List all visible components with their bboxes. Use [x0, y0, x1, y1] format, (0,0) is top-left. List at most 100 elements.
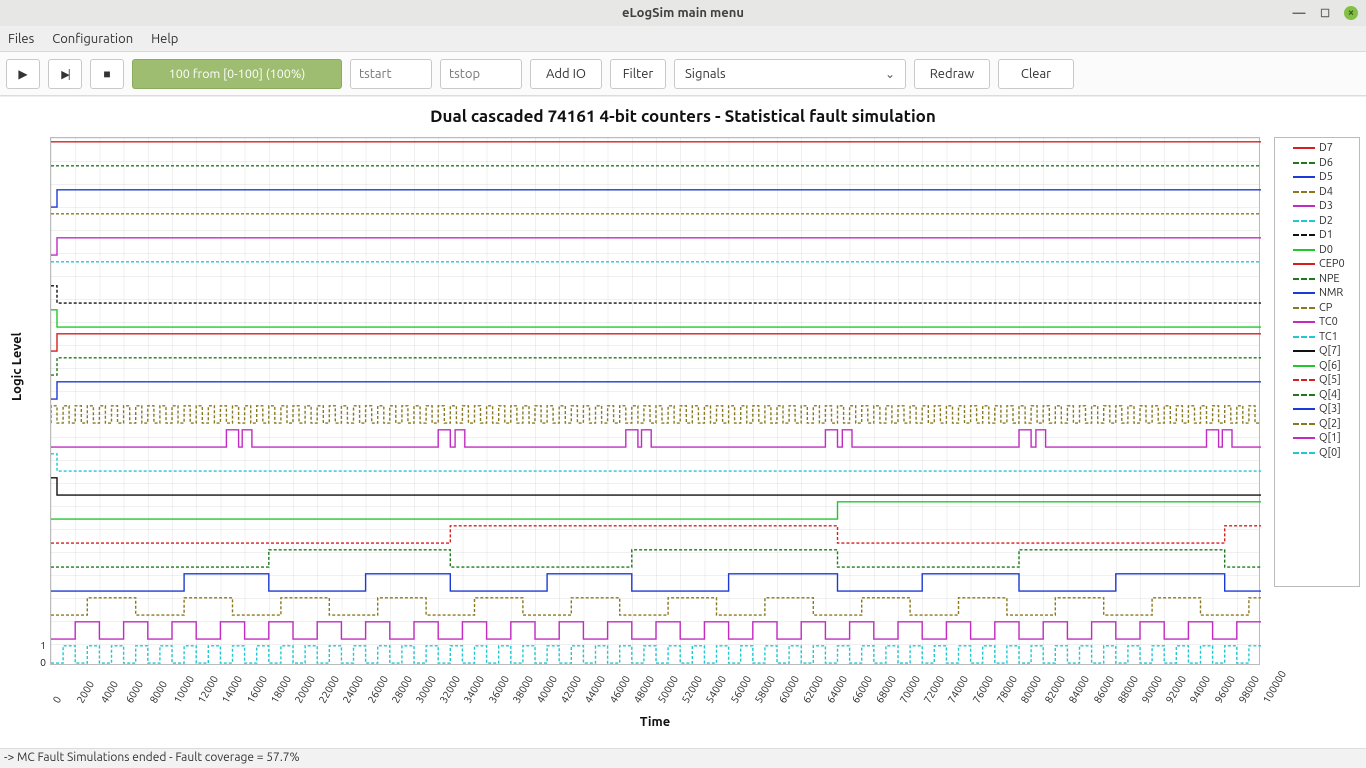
add-io-label: Add IO	[546, 67, 586, 81]
x-tick: 24000	[340, 673, 365, 705]
legend-label: Q[4]	[1319, 389, 1353, 401]
add-io-button[interactable]: Add IO	[530, 59, 602, 89]
signals-select[interactable]: Signals ⌄	[674, 59, 906, 89]
filter-button[interactable]: Filter	[610, 59, 666, 89]
legend-label: D1	[1319, 229, 1353, 241]
x-tick: 6000	[123, 678, 145, 705]
x-tick: 2000	[74, 678, 96, 705]
tstop-placeholder: tstop	[449, 67, 480, 81]
status-text: -> MC Fault Simulations ended - Fault co…	[4, 751, 300, 764]
legend-swatch	[1293, 220, 1315, 222]
legend-label: D2	[1319, 215, 1353, 227]
legend-item[interactable]: D5	[1281, 171, 1353, 183]
legend-item[interactable]: Q[0]	[1281, 447, 1353, 459]
x-tick: 100000	[1260, 668, 1288, 705]
y-tick: 1	[32, 639, 46, 651]
legend-item[interactable]: TC1	[1281, 331, 1353, 343]
legend-label: D4	[1319, 186, 1353, 198]
legend-swatch	[1293, 205, 1315, 207]
x-tick: 42000	[558, 673, 583, 705]
legend-label: D5	[1319, 171, 1353, 183]
x-tick: 46000	[607, 673, 632, 705]
filter-label: Filter	[623, 67, 654, 81]
legend-swatch	[1293, 292, 1315, 294]
x-tick: 10000	[171, 673, 196, 705]
legend-item[interactable]: D0	[1281, 244, 1353, 256]
legend-item[interactable]: CP	[1281, 302, 1353, 314]
x-tick: 72000	[921, 673, 946, 705]
x-tick: 16000	[244, 673, 269, 705]
x-tick: 98000	[1236, 673, 1261, 705]
legend-swatch	[1293, 234, 1315, 236]
x-tick: 96000	[1212, 673, 1237, 705]
step-icon	[61, 67, 68, 81]
chart: Dual cascaded 74161 4-bit counters - Sta…	[6, 101, 1360, 741]
legend-item[interactable]: NPE	[1281, 273, 1353, 285]
legend-label: TC1	[1319, 331, 1353, 343]
legend-item[interactable]: D7	[1281, 142, 1353, 154]
legend-item[interactable]: D1	[1281, 229, 1353, 241]
x-tick: 68000	[873, 673, 898, 705]
signals-select-value: Signals	[685, 67, 726, 81]
legend-item[interactable]: NMR	[1281, 287, 1353, 299]
x-tick: 14000	[219, 673, 244, 705]
legend-label: Q[5]	[1319, 374, 1353, 386]
legend-swatch	[1293, 365, 1315, 367]
legend-item[interactable]: Q[6]	[1281, 360, 1353, 372]
legend-item[interactable]: Q[3]	[1281, 403, 1353, 415]
clear-button[interactable]: Clear	[998, 59, 1074, 89]
legend-swatch	[1293, 321, 1315, 323]
clear-label: Clear	[1021, 67, 1051, 81]
legend-item[interactable]: D2	[1281, 215, 1353, 227]
legend-item[interactable]: Q[2]	[1281, 418, 1353, 430]
legend-label: D7	[1319, 142, 1353, 154]
legend-swatch	[1293, 191, 1315, 193]
x-tick: 32000	[437, 673, 462, 705]
step-button[interactable]	[48, 59, 82, 89]
menu-files[interactable]: Files	[8, 32, 34, 46]
legend-label: Q[7]	[1319, 345, 1353, 357]
progress-bar: 100 from [0-100] (100%)	[132, 59, 342, 89]
close-icon[interactable]	[1344, 6, 1358, 20]
menu-configuration[interactable]: Configuration	[52, 32, 133, 46]
x-tick: 44000	[582, 673, 607, 705]
legend-item[interactable]: D6	[1281, 157, 1353, 169]
x-tick: 86000	[1091, 673, 1116, 705]
x-tick: 0	[50, 694, 63, 705]
redraw-button[interactable]: Redraw	[914, 59, 990, 89]
stop-button[interactable]	[90, 59, 124, 89]
legend-item[interactable]: TC0	[1281, 316, 1353, 328]
tstart-input[interactable]: tstart	[350, 59, 432, 89]
x-tick: 40000	[534, 673, 559, 705]
x-tick: 56000	[728, 673, 753, 705]
minimize-icon[interactable]	[1292, 6, 1306, 20]
legend-item[interactable]: Q[5]	[1281, 374, 1353, 386]
legend-swatch	[1293, 437, 1315, 439]
play-button[interactable]	[6, 59, 40, 89]
legend-item[interactable]: Q[4]	[1281, 389, 1353, 401]
x-tick: 74000	[945, 673, 970, 705]
x-tick: 38000	[510, 673, 535, 705]
x-tick: 50000	[655, 673, 680, 705]
legend-item[interactable]: D3	[1281, 200, 1353, 212]
legend-label: Q[6]	[1319, 360, 1353, 372]
legend-item[interactable]: Q[7]	[1281, 345, 1353, 357]
x-tick: 20000	[292, 673, 317, 705]
x-tick: 34000	[461, 673, 486, 705]
legend-item[interactable]: CEP0	[1281, 258, 1353, 270]
x-tick: 52000	[679, 673, 704, 705]
tstop-input[interactable]: tstop	[440, 59, 522, 89]
legend-swatch	[1293, 452, 1315, 454]
maximize-icon[interactable]	[1318, 6, 1332, 20]
y-tick: 0	[32, 656, 46, 668]
legend-swatch	[1293, 249, 1315, 251]
y-axis-label: Logic Level	[10, 332, 24, 401]
menu-help[interactable]: Help	[151, 32, 178, 46]
legend-item[interactable]: D4	[1281, 186, 1353, 198]
plot-area[interactable]	[50, 137, 1260, 665]
status-bar: -> MC Fault Simulations ended - Fault co…	[0, 748, 1366, 768]
x-tick: 28000	[389, 673, 414, 705]
x-tick: 18000	[268, 673, 293, 705]
legend-item[interactable]: Q[1]	[1281, 432, 1353, 444]
x-tick: 58000	[752, 673, 777, 705]
